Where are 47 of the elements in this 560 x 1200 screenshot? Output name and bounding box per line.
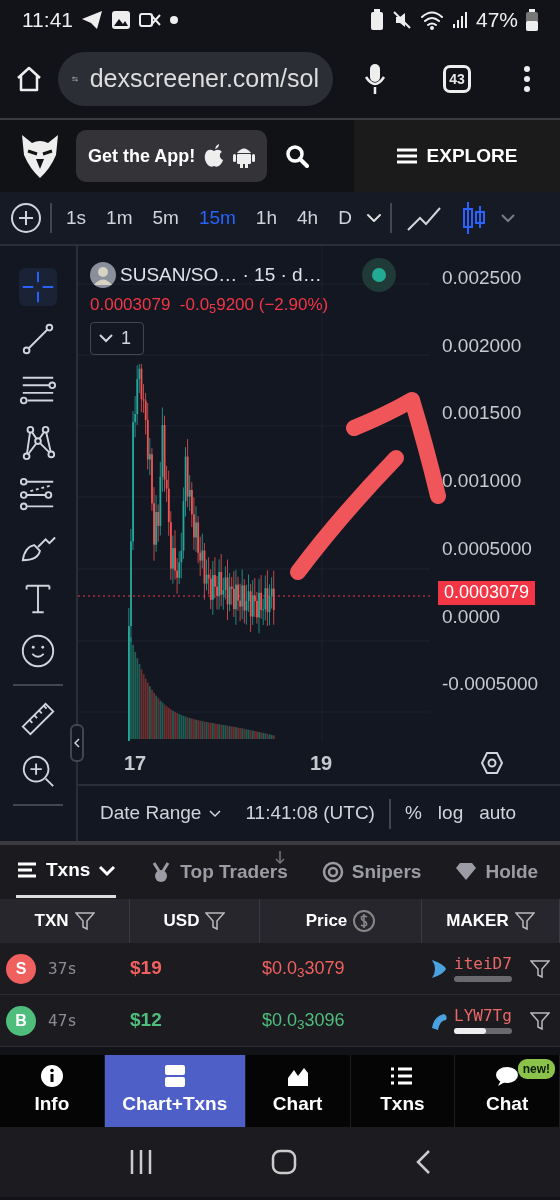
timeframe-button[interactable]: D	[332, 203, 358, 233]
usd-amount: $12	[130, 1008, 163, 1033]
timeframe-button[interactable]: 1s	[60, 203, 93, 233]
price-text: $0.0$_{3}$3079	[261, 957, 346, 982]
price-text: $0.0$_{3}$3096	[261, 1009, 346, 1034]
scale-option-button[interactable]: log	[437, 799, 464, 828]
pair-title[interactable]: SUSAN/SO… · 15 · d…	[120, 260, 322, 290]
maker-address[interactable]: LYW7Tg	[454, 1007, 512, 1025]
price-label: 0.0003079	[438, 581, 536, 605]
axis-label: 0.001500	[442, 402, 522, 424]
axis-label: 0.0005000	[442, 537, 532, 559]
battery-percentage: 47%	[475, 7, 518, 34]
panel-tab[interactable]: Holde	[455, 846, 539, 898]
explore-button[interactable]: EXPLORE	[354, 120, 560, 192]
side-badge: B	[6, 1005, 36, 1036]
address-bar[interactable]: dexscreener.com/sol	[58, 52, 333, 106]
axis-label: 17	[124, 750, 147, 776]
age-text: 47s	[48, 1009, 78, 1032]
get-app-button[interactable]: Get the App!	[76, 130, 268, 182]
side-badge: S	[6, 953, 36, 984]
panel-tab[interactable]: Top Traders	[150, 846, 288, 898]
date-range-dropdown[interactable]: Date Range	[100, 799, 222, 828]
axis-label: 0.002500	[442, 267, 522, 288]
scale-option-button[interactable]: auto	[479, 799, 517, 828]
axis-label: 19	[310, 750, 333, 776]
panel-tab[interactable]: Snipers	[321, 846, 422, 898]
url-text: dexscreener.com/sol	[89, 63, 319, 95]
tab-count-button[interactable]: 43	[443, 65, 471, 93]
axis-label: 0.001000	[442, 470, 522, 492]
nav-tab[interactable]: Chart+Txns	[104, 1055, 246, 1127]
timeframe-button[interactable]: 5m	[146, 203, 185, 233]
scale-option-button[interactable]: %	[404, 799, 422, 828]
axis-label: 0.002000	[442, 334, 522, 356]
timeframe-button[interactable]: 4h	[291, 203, 325, 233]
timeframe-button[interactable]: 15m	[192, 203, 242, 233]
usd-amount: $19	[130, 956, 163, 981]
clock-text: 11:41:08 (UTC)	[245, 801, 375, 826]
clock: 11:41	[22, 7, 73, 34]
indicators-toggle[interactable]: 1	[90, 321, 144, 355]
axis-label: -0.0005000	[442, 673, 539, 695]
age-text: 37s	[48, 957, 78, 980]
price-change-text: 0.0003079 -0.0$_{5}$9200 (−2.90%)	[90, 294, 330, 318]
maker-address[interactable]: iteiD7	[454, 955, 512, 973]
new-badge: new!	[517, 1059, 555, 1079]
axis-label: 0.0000	[442, 605, 501, 627]
timeframe-button[interactable]: 1h	[249, 203, 283, 233]
timeframe-button[interactable]: 1m	[100, 203, 139, 233]
